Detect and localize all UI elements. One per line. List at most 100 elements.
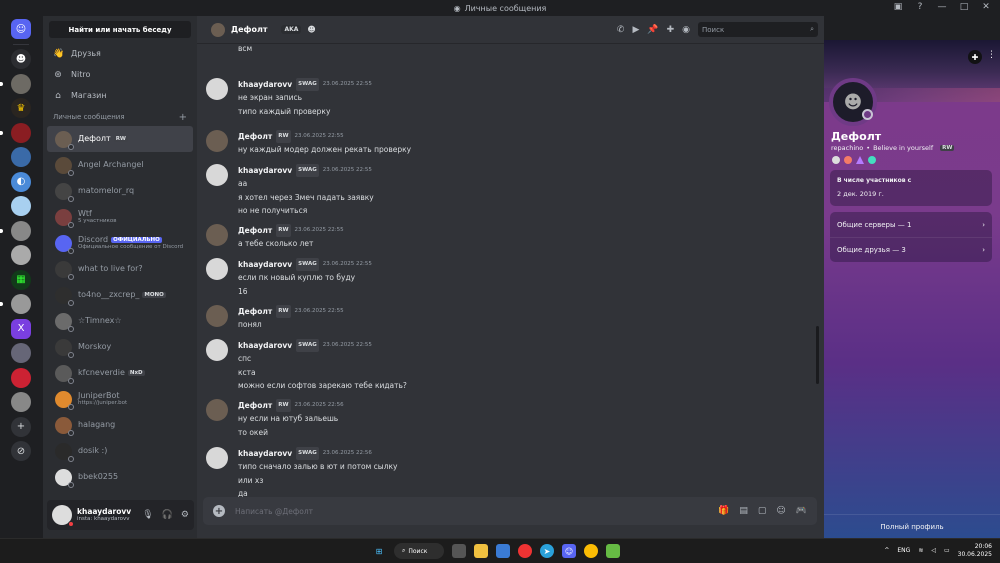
message-author[interactable]: Дефолт [238,399,272,413]
search-input[interactable]: Поиск ⌕ [698,22,818,37]
server-icon[interactable] [11,245,31,265]
headphones-icon[interactable]: 🎧 [162,510,173,520]
avatar[interactable] [206,164,228,186]
message-author[interactable]: khaaydarovv [238,258,292,272]
dm-item[interactable]: to4no__zxcrep_ MONO [47,282,193,308]
full-profile-button[interactable]: Полный профиль [824,514,1000,538]
badge-icon[interactable] [856,156,864,164]
chevron-up-icon[interactable]: ^ [884,547,889,554]
dm-item[interactable]: halagang [47,412,193,438]
gif-icon[interactable]: ▤ [739,506,748,516]
avatar[interactable] [206,224,228,246]
mutual-servers-row[interactable]: Общие серверы — 1 › [830,212,992,237]
create-dm-button[interactable]: + [179,112,187,123]
server-icon[interactable] [0,294,31,314]
dm-item[interactable]: bbek0255 [47,464,193,490]
avatar[interactable] [206,78,228,100]
dm-item[interactable]: Morskoy [47,334,193,360]
nav-nitro[interactable]: ⊛ Nitro [43,64,197,85]
minimize-button[interactable]: — [936,2,948,12]
sticker-icon[interactable]: ▢ [758,506,767,516]
message-author[interactable]: khaaydarovv [238,78,292,92]
dm-item[interactable]: kfcneverdie NxD [47,360,193,386]
dm-item[interactable]: Wtf 5 участников [47,204,193,230]
help-icon[interactable]: ? [914,2,926,12]
volume-icon[interactable]: ◁ [931,547,936,554]
more-options-icon[interactable]: ⋮ [987,50,996,60]
dm-item[interactable]: Discord ОФИЦИАЛЬНО Официальное сообщение о… [47,230,193,256]
home-button[interactable]: ☺ [11,19,31,39]
mutual-friends-row[interactable]: Общие друзья — 3 › [830,237,992,262]
aka-badge[interactable]: AKA [281,25,302,34]
discord-taskbar-icon[interactable]: ☺ [562,544,576,558]
inbox-icon[interactable]: ▣ [892,2,904,12]
dm-item[interactable]: JuniperBot https://juniper.bot [47,386,193,412]
server-icon[interactable]: X [11,318,31,339]
server-icon[interactable] [0,73,31,94]
app-cube-icon[interactable] [606,544,620,558]
user-profile-icon[interactable]: ◉ [682,25,690,35]
avatar[interactable] [206,258,228,280]
nav-shop[interactable]: ⌂ Магазин [43,85,197,106]
scrollbar[interactable] [816,326,819,384]
microphone-icon[interactable]: 🎙 [142,510,153,520]
server-icon[interactable] [11,343,31,363]
close-button[interactable]: ✕ [980,2,992,12]
dm-item[interactable]: ☆Timnex☆ [47,308,193,334]
message-author[interactable]: khaaydarovv [238,447,292,461]
add-server-button[interactable]: + [11,416,31,437]
dm-item[interactable]: Дефолт RW [47,126,193,152]
add-friends-icon[interactable]: ✚ [667,25,675,35]
emoji-icon[interactable]: ☺ [776,506,785,516]
message-author[interactable]: khaaydarovv [238,164,292,178]
dm-item[interactable]: Angel Archangel [47,152,193,178]
store-icon[interactable] [496,544,510,558]
attach-plus-icon[interactable]: + [213,505,225,517]
wifi-icon[interactable]: ≋ [918,547,923,554]
server-icon[interactable]: ◐ [11,171,31,192]
taskbar-search[interactable]: ⌕ Поиск [394,543,444,559]
telegram-icon[interactable]: ➤ [540,544,554,558]
server-icon[interactable]: ♛ [11,98,31,118]
settings-gear-icon[interactable]: ⚙ [181,510,189,520]
maximize-button[interactable]: □ [958,2,970,12]
activity-icon[interactable]: 🎮 [796,506,807,516]
composer-placeholder[interactable]: Написать @Дефолт [235,507,708,516]
dm-item[interactable]: dosik :) [47,438,193,464]
language-indicator[interactable]: ENG [897,547,910,554]
badge-icon[interactable] [844,156,852,164]
gift-icon[interactable]: 🎁 [718,506,729,516]
add-friend-icon[interactable]: ✚ [968,50,982,64]
message-composer[interactable]: + Написать @Дефолт 🎁 ▤ ▢ ☺ 🎮 [203,497,817,525]
file-explorer-icon[interactable] [474,544,488,558]
voice-call-icon[interactable]: ✆ [617,25,625,35]
message-author[interactable]: Дефолт [238,130,272,144]
server-icon[interactable] [11,392,31,412]
server-icon[interactable]: ☻ [11,49,31,69]
avatar[interactable] [52,505,74,527]
pin-icon[interactable]: 📌 [647,25,658,35]
avatar[interactable] [206,339,228,361]
chrome-icon[interactable] [518,544,532,558]
server-icon[interactable] [11,147,31,167]
nav-friends[interactable]: 👋 Друзья [43,43,197,64]
server-icon[interactable]: ▦ [11,269,31,290]
chrome-icon[interactable] [584,544,598,558]
message-author[interactable]: khaaydarovv [238,339,292,353]
message-author[interactable]: Дефолт [238,224,272,238]
clock[interactable]: 20:06 30.06.2025 [958,543,992,559]
avatar[interactable] [206,399,228,421]
server-icon[interactable] [0,122,31,143]
video-call-icon[interactable]: ▶ [632,25,639,35]
avatar[interactable] [206,130,228,152]
badge-icon[interactable] [868,156,876,164]
dm-item[interactable]: what to live for? [47,256,193,282]
find-conversation-button[interactable]: Найти или начать беседу [49,21,191,38]
message-list[interactable]: всм khaaydarovv SWAG 23.06.2025 22:55 не экр… [197,45,817,510]
avatar[interactable] [206,305,228,327]
server-icon[interactable] [11,367,31,388]
windows-start-icon[interactable]: ⊞ [372,544,386,558]
battery-icon[interactable]: ▭ [944,547,950,554]
server-icon[interactable] [0,220,31,241]
server-icon[interactable] [11,196,31,216]
